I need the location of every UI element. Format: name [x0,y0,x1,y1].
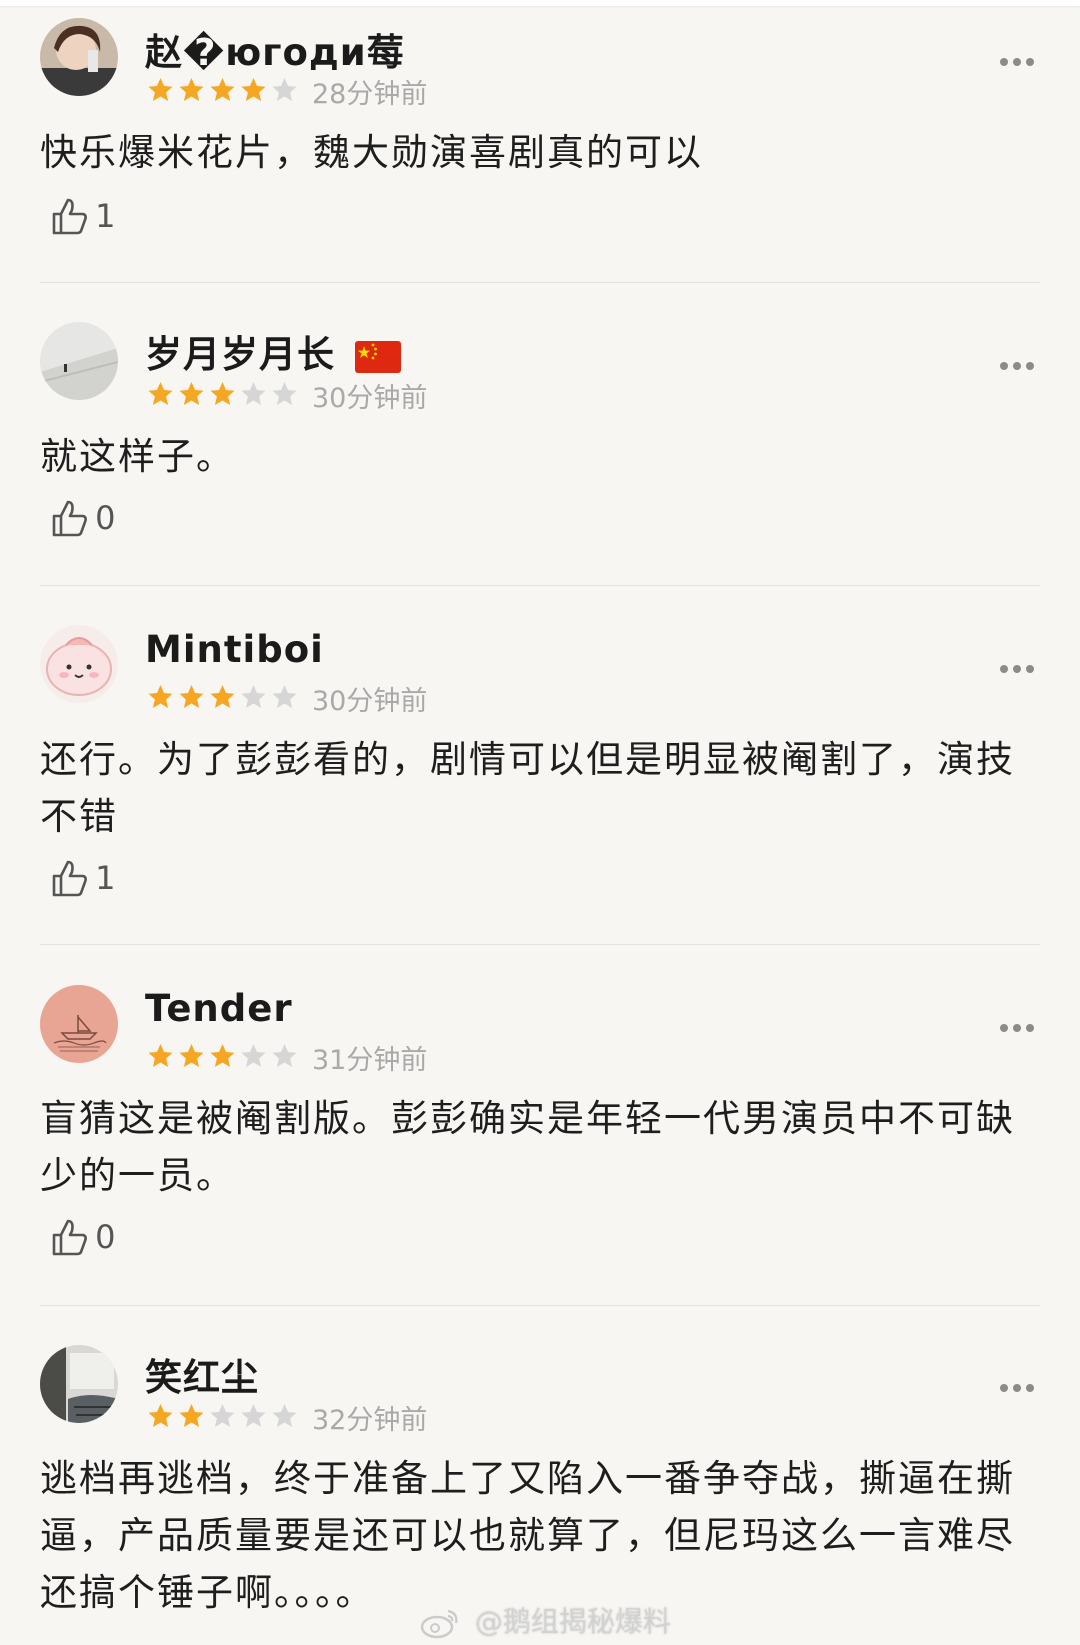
review-text: 就这样子。 [40,435,235,478]
review-text: 逃档再逃档，终于准备上了又陷入一番争夺战，撕逼在撕逼，产品质量要是还可以也就算了… [40,1457,1015,1614]
star-rating [145,1402,300,1430]
thumbs-up-icon [52,860,87,897]
username[interactable]: Mintiboi [145,628,324,671]
user-avatar[interactable] [40,1345,118,1423]
divider [40,585,1040,586]
star-rating [145,76,300,104]
star-empty-icon [272,1404,297,1427]
username[interactable]: 岁月岁月长 [145,324,401,378]
user-avatar[interactable] [40,625,118,703]
star-empty-icon [272,382,297,405]
more-options-icon[interactable] [1000,355,1044,370]
like-button[interactable]: 1 [50,858,115,900]
review-text: 快乐爆米花片，魏大勋演喜剧真的可以 [40,131,703,174]
like-count: 1 [95,197,116,235]
star-empty-icon [272,1044,297,1067]
like-count: 0 [95,1218,116,1256]
star-filled-icon [210,382,235,405]
username[interactable]: 赵�югоди莓 [145,22,405,76]
star-empty-icon [272,685,297,708]
thumbs-up-icon [52,1219,87,1256]
watermark-text: @鹅组揭秘爆料 [474,1605,671,1638]
divider [40,944,1040,945]
star-empty-icon [210,1404,235,1427]
thumbs-up-icon [52,500,87,537]
username-text: 岁月岁月长 [145,333,335,376]
post-time: 30分钟前 [312,686,428,717]
post-time: 30分钟前 [312,383,428,414]
china-flag-icon [354,340,401,373]
star-filled-icon [179,78,204,101]
star-empty-icon [241,1044,266,1067]
star-filled-icon [179,1044,204,1067]
top-bar [0,0,1080,6]
like-count: 1 [95,859,116,897]
like-button[interactable]: 0 [50,498,115,540]
divider [40,1305,1040,1306]
like-button[interactable]: 0 [50,1217,115,1259]
review-text: 盲猜这是被阉割版。彭彭确实是年轻一代男演员中不可缺少的一员。 [40,1097,1015,1197]
star-filled-icon [148,685,173,708]
star-rating [145,683,300,711]
star-filled-icon [179,1404,204,1427]
watermark: @鹅组揭秘爆料 [420,1600,671,1640]
like-button[interactable]: 1 [50,196,115,238]
star-filled-icon [148,1404,173,1427]
star-filled-icon [179,382,204,405]
more-options-icon[interactable] [1000,1377,1044,1392]
star-rating [145,380,300,408]
post-time: 28分钟前 [312,79,428,110]
post-time: 32分钟前 [312,1405,428,1436]
user-avatar[interactable] [40,18,118,96]
star-filled-icon [148,1044,173,1067]
more-options-icon[interactable] [1000,658,1044,673]
star-filled-icon [148,382,173,405]
star-empty-icon [241,382,266,405]
user-avatar[interactable] [40,322,118,400]
star-filled-icon [210,78,235,101]
star-filled-icon [148,78,173,101]
star-empty-icon [241,685,266,708]
star-filled-icon [210,685,235,708]
username[interactable]: Tender [145,987,293,1030]
star-filled-icon [241,78,266,101]
more-options-icon[interactable] [1000,1017,1044,1032]
more-options-icon[interactable] [1000,51,1044,66]
thumbs-up-icon [52,198,87,235]
star-rating [145,1042,300,1070]
star-empty-icon [272,78,297,101]
user-avatar[interactable] [40,985,118,1063]
post-time: 31分钟前 [312,1045,428,1076]
review-text: 还行。为了彭彭看的，剧情可以但是明显被阉割了，演技不错 [40,738,1015,838]
divider [40,282,1040,283]
star-filled-icon [210,1044,235,1067]
star-filled-icon [179,685,204,708]
username[interactable]: 笑红尘 [145,1347,259,1401]
like-count: 0 [95,499,116,537]
star-empty-icon [241,1404,266,1427]
weibo-logo-icon [420,1609,458,1639]
